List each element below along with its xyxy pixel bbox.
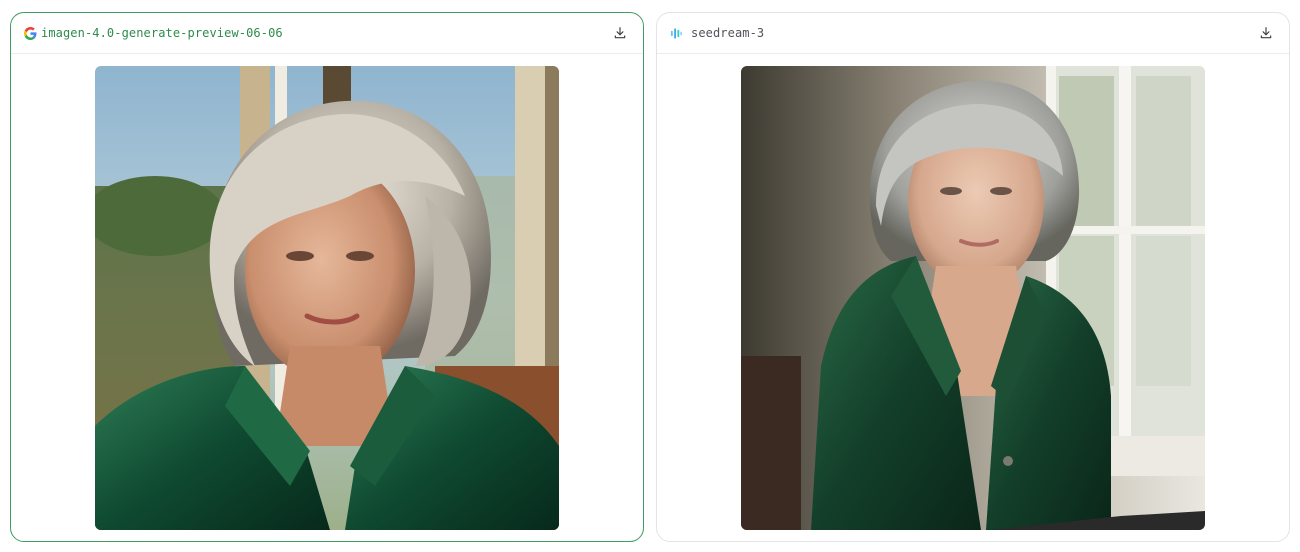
generated-image[interactable] [741,66,1205,530]
download-button[interactable] [1255,22,1277,44]
model-result-card-imagen: imagen-4.0-generate-preview-06-06 [10,12,644,542]
model-result-card-seedream: seedream-3 [656,12,1290,542]
card-header: seedream-3 [657,13,1289,54]
download-icon [614,27,626,39]
model-name: seedream-3 [691,26,765,40]
generated-image[interactable] [95,66,559,530]
download-button[interactable] [609,22,631,44]
google-icon [23,26,37,40]
download-icon [1260,27,1272,39]
seedream-icon [669,26,683,40]
card-header: imagen-4.0-generate-preview-06-06 [11,13,643,54]
model-name: imagen-4.0-generate-preview-06-06 [41,26,283,40]
